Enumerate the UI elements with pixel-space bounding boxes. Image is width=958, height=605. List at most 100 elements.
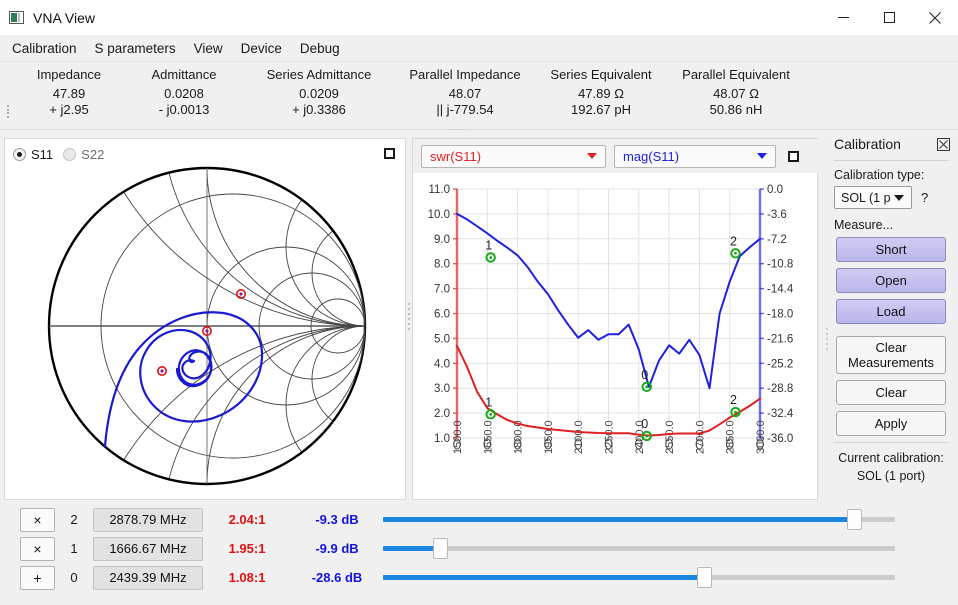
radio-s11-dot [13,148,26,161]
svg-text:2250.0: 2250.0 [604,420,616,454]
measure-open-button[interactable]: Open [836,268,946,293]
slider-knob[interactable] [847,509,863,530]
radio-s22-dot [63,148,77,161]
marker-frequency-slider[interactable] [383,567,895,589]
calibration-type-select[interactable]: SOL (1 p [834,186,912,209]
stat-value-line1: 48.07 [448,86,482,101]
title-bar: VNA View [0,0,958,35]
svg-text:4.0: 4.0 [434,358,450,370]
table-row: × 1 1666.67 MHz 1.95:1 -9.9 dB [0,534,958,563]
calibration-panel: Calibration Calibration type: SOL (1 p ?… [824,130,958,500]
svg-text:2700.0: 2700.0 [694,420,706,454]
menu-item-s-parameters[interactable]: S parameters [86,38,185,59]
stats-drag-handle[interactable] [7,105,10,118]
stat-parallel-impedance: Parallel Impedance 48.07 || j-779.54 [394,67,536,118]
help-icon[interactable]: ? [921,190,928,205]
svg-text:0.0: 0.0 [767,184,783,196]
trace1-select[interactable]: swr(S11) [421,144,606,168]
radio-s22[interactable]: S22 [63,147,104,162]
calibration-type-value: SOL (1 p [841,190,891,205]
marker-remove-button[interactable]: × [20,507,55,532]
calibration-type-row: SOL (1 p ? [824,186,958,209]
divider [834,442,948,443]
svg-text:1: 1 [485,238,492,252]
svg-text:-32.4: -32.4 [767,408,794,420]
radio-s11[interactable]: S11 [13,147,53,162]
stat-value-line2: 192.67 pH [571,102,631,117]
marker-frequency-field[interactable]: 2878.79 MHz [93,507,203,532]
minimize-icon[interactable] [820,0,866,35]
smith-chart-svg [47,166,367,486]
svg-text:5.0: 5.0 [434,333,450,345]
close-icon[interactable] [912,0,958,35]
marker-db-value: -28.6 dB [311,570,363,585]
marker-table: × 2 2878.79 MHz 2.04:1 -9.3 dB × 1 1666.… [0,505,958,605]
panel-splitter[interactable] [408,300,411,338]
svg-text:0: 0 [641,368,648,382]
smith-maximize-icon[interactable] [384,148,395,159]
svg-text:-7.2: -7.2 [767,234,787,246]
marker-frequency-slider[interactable] [383,538,895,560]
svg-text:-10.8: -10.8 [767,259,793,271]
svg-text:7.0: 7.0 [434,284,450,296]
svg-text:1.0: 1.0 [434,433,450,445]
marker-frequency-field[interactable]: 2439.39 MHz [93,565,203,590]
svg-text:8.0: 8.0 [434,259,450,271]
stat-value-line2: || j-779.54 [436,102,494,117]
clear-button[interactable]: Clear [836,380,946,405]
marker-remove-button[interactable]: × [20,536,55,561]
chart-maximize-icon[interactable] [788,150,799,162]
svg-text:1950.0: 1950.0 [543,420,555,454]
calibration-drag-handle[interactable] [826,325,829,353]
plot-svg: 1.0 2.0 3.0 4.0 5.0 6.0 7.0 8.0 9.0 10.0 11.0 0.0 -3… [428,184,794,454]
slider-fill [383,517,855,522]
svg-text:2850.0: 2850.0 [725,420,737,454]
close-icon[interactable] [937,137,950,151]
slider-fill [383,575,704,580]
menu-item-calibration[interactable]: Calibration [3,38,86,59]
clear-measurements-line1: Clear [875,340,907,355]
apply-button[interactable]: Apply [836,411,946,436]
chevron-down-icon [587,153,597,159]
stat-value-line2: - j0.0013 [158,102,210,117]
trace2-select[interactable]: mag(S11) [614,144,776,168]
chart-toolbar: swr(S11) mag(S11) [413,139,819,173]
stat-series-admittance: Series Admittance 0.0209 + j0.3386 [244,67,394,118]
svg-text:1: 1 [485,395,492,409]
svg-text:3000.0: 3000.0 [755,420,767,454]
stat-value-line2: 50.86 nH [709,102,763,117]
marker-frequency-field[interactable]: 1666.67 MHz [93,536,203,561]
measure-label: Measure... [834,218,894,232]
svg-text:2: 2 [730,234,737,248]
svg-text:2: 2 [730,393,737,407]
marker-index: 2 [70,512,78,527]
stat-admittance: Admittance 0.0208 - j0.0013 [124,67,244,118]
menu-item-view[interactable]: View [185,38,232,59]
slider-knob[interactable] [432,538,448,559]
radio-s11-label: S11 [31,147,54,162]
svg-text:2100.0: 2100.0 [573,420,585,454]
marker-index: 0 [70,570,78,585]
marker-frequency-slider[interactable] [383,509,895,531]
plot-area: 1.0 2.0 3.0 4.0 5.0 6.0 7.0 8.0 9.0 10.0 11.0 0.0 -3… [413,173,819,501]
measure-load-button[interactable]: Load [836,299,946,324]
current-calibration-label: Current calibration: [838,451,944,465]
calibration-type-label: Calibration type: [834,168,925,182]
clear-measurements-button[interactable]: Clear Measurements [836,336,946,374]
stat-header: Series Admittance [266,67,372,82]
slider-track [383,546,895,551]
menu-item-debug[interactable]: Debug [291,38,349,59]
measure-short-button[interactable]: Short [836,237,946,262]
svg-text:0: 0 [641,417,648,431]
marker-add-button[interactable]: + [20,565,55,590]
calibration-header: Calibration [824,130,958,152]
svg-text:-25.2: -25.2 [767,358,793,370]
stat-impedance: Impedance 47.89 + j2.95 [14,67,124,118]
maximize-icon[interactable] [866,0,912,35]
svg-text:-18.0: -18.0 [767,309,793,321]
clear-measurements-line2: Measurements [848,355,934,370]
slider-knob[interactable] [696,567,712,588]
marker-db-value: -9.3 dB [315,512,359,527]
stat-value-line1: 48.07 Ω [713,86,759,101]
menu-item-device[interactable]: Device [232,38,291,59]
